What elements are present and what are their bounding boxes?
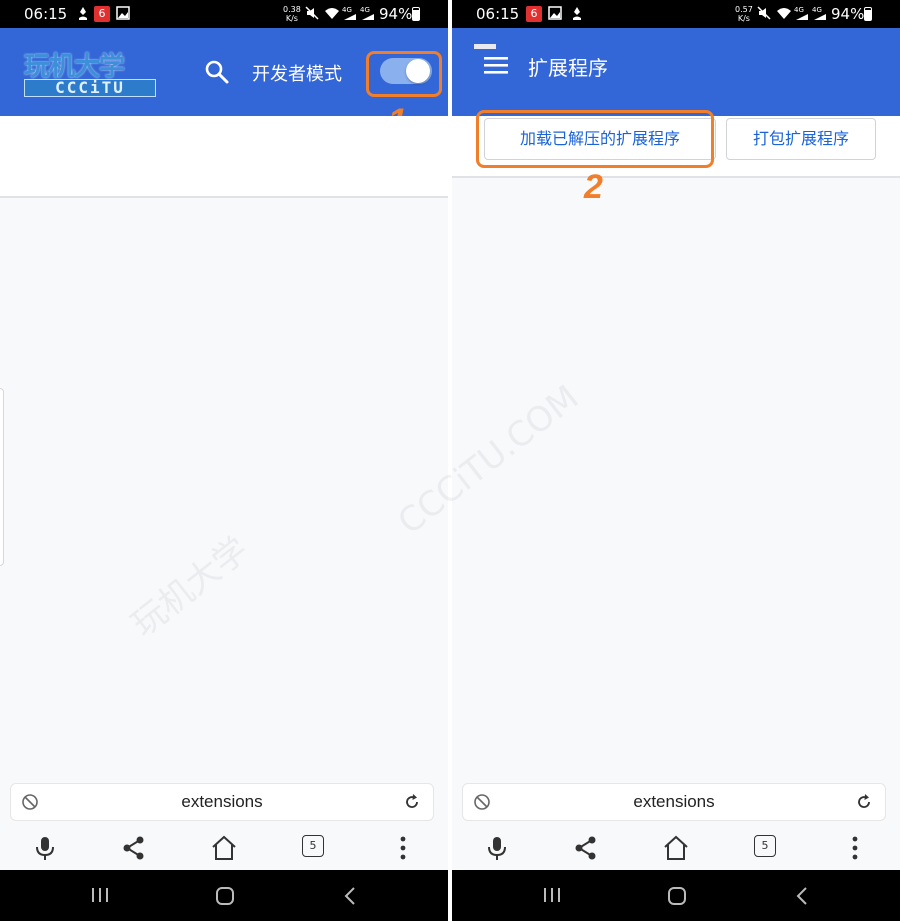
svg-text:4G: 4G [812,6,822,14]
signal-4g-icon: 4G [794,6,808,20]
wifi-icon [325,8,339,19]
recent-apps-icon[interactable] [90,886,110,904]
logo-english: CCCiTU [24,79,156,97]
left-screenshot: 06:15 6 0.38 K/s 4G 4G 94% 玩机大学 CCCiTU 开… [0,0,448,921]
tab-count-button[interactable]: 5 [302,835,324,857]
annotation-step-2: 2 [584,168,603,206]
status-bar: 06:15 6 0.57 K/s 4G 4G 94% [452,0,900,28]
share-icon[interactable] [572,834,600,862]
url-bar[interactable]: extensions [10,783,434,821]
browser-toolbar: 5 [452,826,900,870]
svg-text:4G: 4G [794,6,804,14]
svg-text:4G: 4G [360,6,370,14]
tab-count-button[interactable]: 5 [754,835,776,857]
notification-badge: 6 [94,6,110,22]
url-text: extensions [181,792,263,811]
share-icon[interactable] [120,834,148,862]
search-icon[interactable] [204,59,230,85]
highlight-load-button-box [476,110,714,168]
battery-percent: 94% [379,5,413,23]
recent-apps-icon[interactable] [542,886,562,904]
battery-icon [412,7,420,21]
url-text: extensions [633,792,715,811]
signal-4g-icon-2: 4G [360,6,374,20]
url-bar[interactable]: extensions [462,783,886,821]
browser-toolbar: 5 [0,826,448,870]
signal-4g-icon: 4G [342,6,356,20]
mute-icon [757,6,771,20]
back-nav-icon[interactable] [342,886,358,906]
home-nav-icon[interactable] [215,886,235,906]
image-icon [548,6,562,20]
developer-mode-label: 开发者模式 [252,64,342,85]
side-panel-edge [0,388,4,566]
android-nav-bar [0,870,448,921]
wifi-icon [777,8,791,19]
page-title: 扩展程序 [528,56,608,80]
home-icon[interactable] [210,834,238,862]
network-speed: 0.38 K/s [283,5,301,23]
reload-icon[interactable] [855,793,873,811]
mute-icon [305,6,319,20]
home-nav-icon[interactable] [667,886,687,906]
back-nav-icon[interactable] [794,886,810,906]
notification-icon [79,7,87,20]
signal-4g-icon-2: 4G [812,6,826,20]
pack-extension-button[interactable]: 打包扩展程序 [726,118,876,160]
microphone-icon[interactable] [483,834,511,862]
right-screenshot: 06:15 6 0.57 K/s 4G 4G 94% 扩展程序 加载已解压的扩展… [452,0,900,921]
hamburger-menu-icon[interactable] [474,44,510,78]
battery-percent: 94% [831,5,865,23]
notification-badge: 6 [526,6,542,22]
more-menu-icon[interactable] [389,834,417,862]
content-top-band [0,116,448,198]
microphone-icon[interactable] [31,834,59,862]
battery-icon [864,7,872,21]
home-icon[interactable] [662,834,690,862]
status-time: 06:15 [24,5,68,23]
more-menu-icon[interactable] [841,834,869,862]
network-speed: 0.57 K/s [735,5,753,23]
svg-text:4G: 4G [342,6,352,14]
extensions-header: 扩展程序 [452,28,900,116]
highlight-toggle-box [366,51,442,97]
status-bar: 06:15 6 0.38 K/s 4G 4G 94% [0,0,448,28]
android-nav-bar [452,870,900,921]
status-time: 06:15 [476,5,520,23]
cccitu-logo: 玩机大学 CCCiTU [24,46,158,104]
image-icon [116,6,130,20]
notification-icon [573,7,581,20]
reload-icon[interactable] [403,793,421,811]
